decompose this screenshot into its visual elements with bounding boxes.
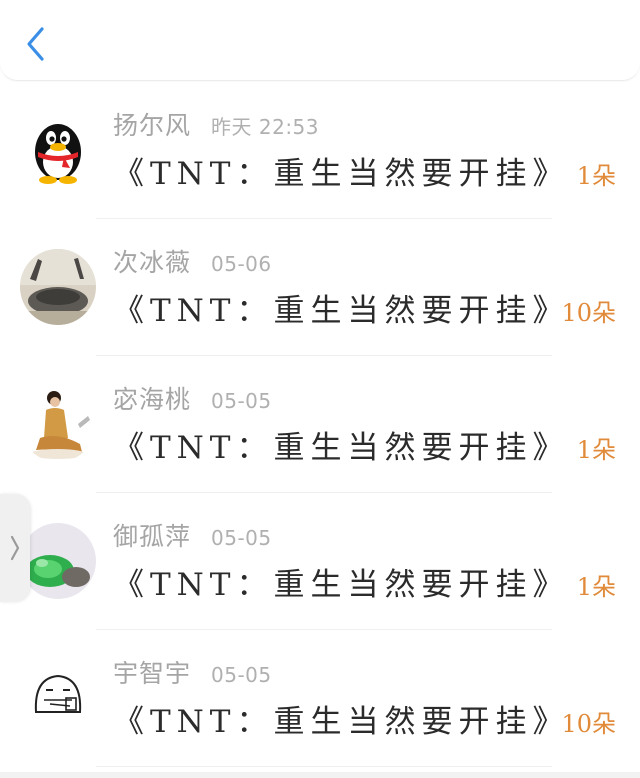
- book-title[interactable]: 《TNT：重生当然要开挂》: [113, 285, 569, 329]
- list-item[interactable]: 宓海桃 05-05 《TNT：重生当然要开挂》 1朵: [0, 356, 640, 493]
- book-title[interactable]: 《TNT：重生当然要开挂》: [113, 422, 569, 466]
- book-title[interactable]: 《TNT：重生当然要开挂》: [113, 696, 569, 740]
- sender-meta: 次冰薇 05-06: [113, 243, 272, 277]
- top-bar: [0, 0, 640, 81]
- row-divider: [96, 766, 552, 767]
- sender-meta: 宇智宇 05-05: [113, 654, 272, 688]
- jade-avatar[interactable]: [20, 523, 96, 599]
- sender-name: 宓海桃: [113, 385, 192, 414]
- send-time: 昨天 22:53: [211, 115, 320, 139]
- sender-name: 扬尔风: [113, 111, 192, 140]
- gift-list: 扬尔风 昨天 22:53 《TNT：重生当然要开挂》 1朵 次冰薇 05-06 …: [0, 82, 640, 767]
- photo-icon: [20, 249, 96, 325]
- list-item[interactable]: 御孤萍 05-05 《TNT：重生当然要开挂》 1朵: [0, 493, 640, 630]
- chevron-right-icon: [10, 535, 20, 561]
- list-item[interactable]: 宇智宇 05-05 《TNT：重生当然要开挂》 10朵: [0, 630, 640, 767]
- send-time: 05-06: [211, 252, 272, 276]
- sender-name: 御孤萍: [113, 522, 192, 551]
- send-time: 05-05: [211, 663, 272, 687]
- side-drawer-handle[interactable]: [0, 494, 30, 602]
- portrait-avatar[interactable]: [20, 386, 96, 462]
- back-button[interactable]: [18, 24, 52, 64]
- list-item[interactable]: 扬尔风 昨天 22:53 《TNT：重生当然要开挂》 1朵: [0, 82, 640, 219]
- sender-name: 次冰薇: [113, 248, 192, 277]
- flower-count: 1朵: [576, 573, 616, 601]
- flower-count: 10朵: [561, 299, 616, 327]
- sketch-icon: [20, 660, 96, 736]
- flower-count: 1朵: [576, 162, 616, 190]
- jade-icon: [20, 523, 96, 599]
- book-title[interactable]: 《TNT：重生当然要开挂》: [113, 559, 569, 603]
- portrait-icon: [20, 386, 96, 462]
- flower-count: 1朵: [576, 436, 616, 464]
- book-title[interactable]: 《TNT：重生当然要开挂》: [113, 148, 569, 192]
- sender-name: 宇智宇: [113, 659, 192, 688]
- qq-penguin-avatar[interactable]: [20, 112, 96, 188]
- bottom-edge: [0, 772, 640, 778]
- sender-meta: 御孤萍 05-05: [113, 517, 272, 551]
- send-time: 05-05: [211, 389, 272, 413]
- sketch-avatar[interactable]: [20, 660, 96, 736]
- sender-meta: 宓海桃 05-05: [113, 380, 272, 414]
- chevron-left-icon: [27, 27, 44, 61]
- sender-meta: 扬尔风 昨天 22:53: [113, 106, 319, 140]
- list-item[interactable]: 次冰薇 05-06 《TNT：重生当然要开挂》 10朵: [0, 219, 640, 356]
- send-time: 05-05: [211, 526, 272, 550]
- photo-avatar[interactable]: [20, 249, 96, 325]
- gift-record-page: 扬尔风 昨天 22:53 《TNT：重生当然要开挂》 1朵 次冰薇 05-06 …: [0, 0, 640, 778]
- flower-count: 10朵: [561, 710, 616, 738]
- penguin-icon: [20, 112, 96, 188]
